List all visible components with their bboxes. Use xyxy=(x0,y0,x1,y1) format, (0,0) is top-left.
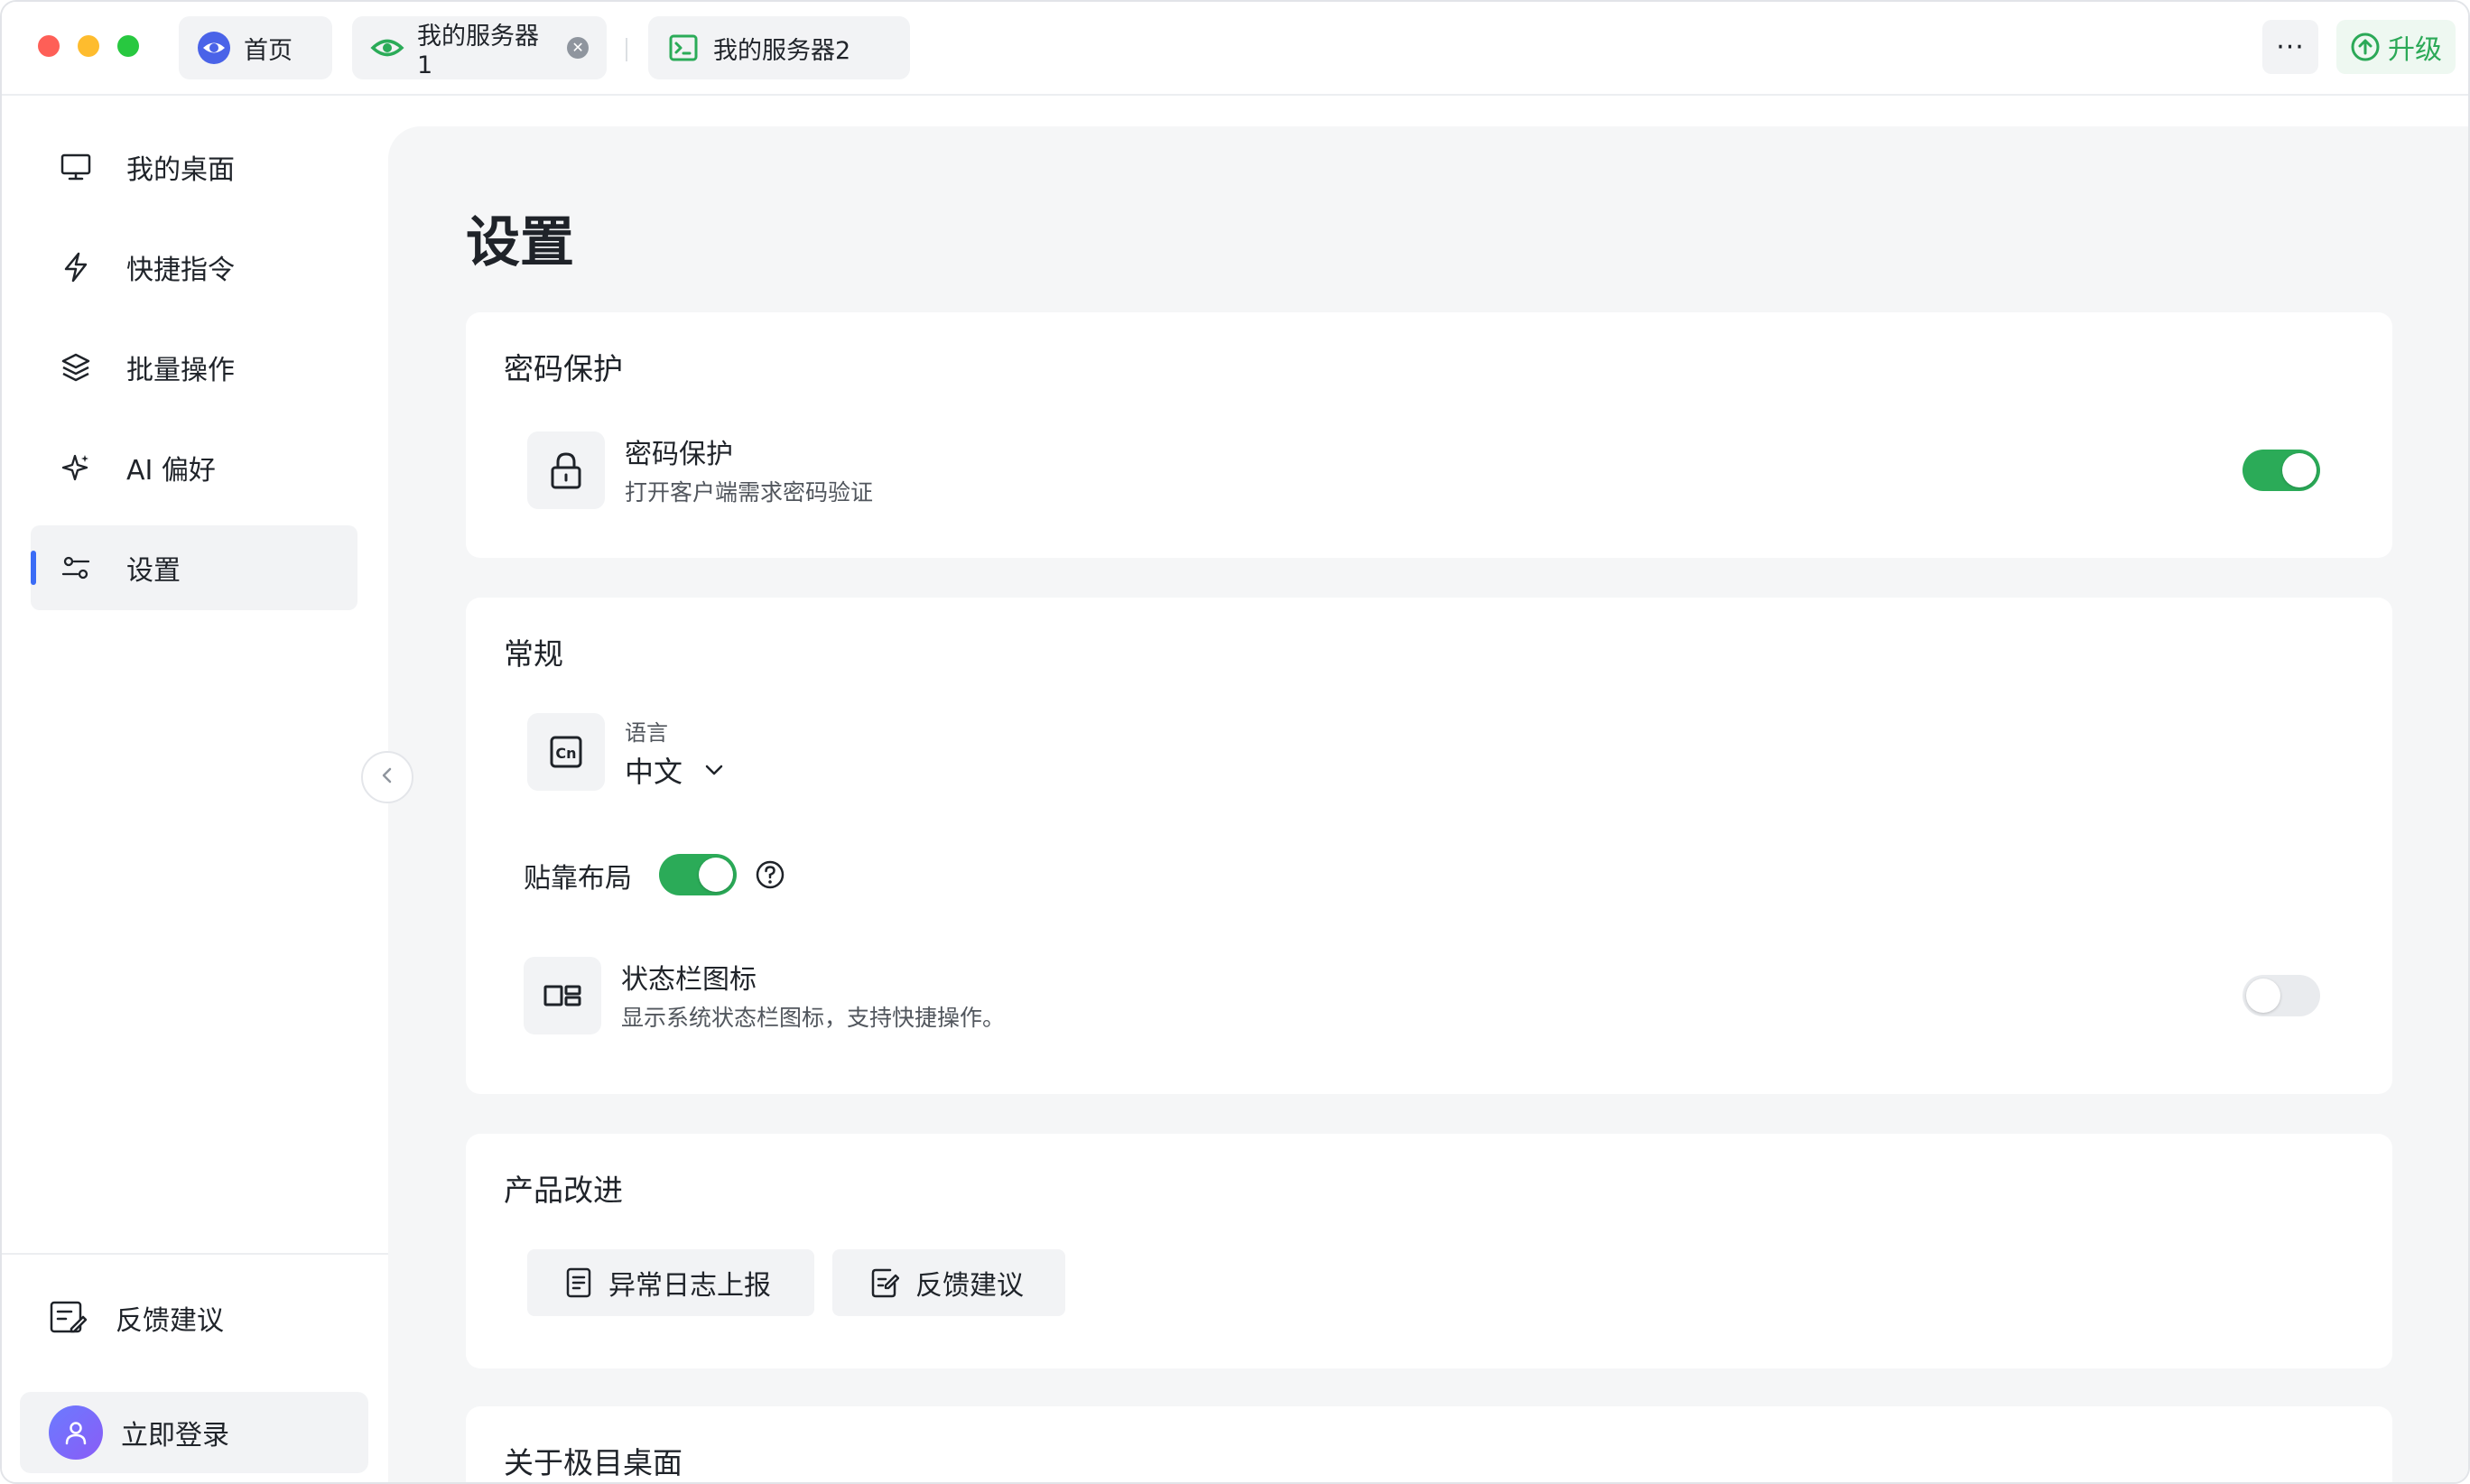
login-label: 立即登录 xyxy=(121,1420,229,1452)
general-section: 常规 Cn 语言 中文 贴靠布局 状态栏图标 显示系统状态栏图标，支持快捷操作。 xyxy=(466,598,2392,1094)
tab-label: 首页 xyxy=(244,36,292,65)
sidebar: 我的桌面 快捷指令 批量操作 AI 偏好 设置 反馈建议 立即登录 xyxy=(2,96,388,1482)
sidebar-item-label: 快捷指令 xyxy=(126,255,235,286)
product-improvement-section: 产品改进 异常日志上报 反馈建议 xyxy=(466,1134,2392,1368)
tab-divider xyxy=(626,38,627,61)
password-protection-toggle[interactable] xyxy=(2242,450,2320,491)
avatar xyxy=(49,1405,103,1460)
tab-server-2[interactable]: 我的服务器2 xyxy=(648,16,910,79)
app-window: 首页 我的服务器1 ✕ 我的服务器2 ··· 升级 我的桌面 快捷指令 批量操作… xyxy=(0,0,2470,1484)
arrow-up-circle-icon xyxy=(2350,32,2381,62)
section-title: 常规 xyxy=(504,636,563,672)
section-title: 密码保护 xyxy=(504,351,623,386)
section-title: 关于极目桌面 xyxy=(504,1445,682,1480)
upgrade-label: 升级 xyxy=(2388,34,2442,66)
statusbar-row-desc: 显示系统状态栏图标，支持快捷操作。 xyxy=(621,1005,1006,1031)
password-section: 密码保护 密码保护 打开客户端需求密码验证 xyxy=(466,312,2392,558)
close-window-button[interactable] xyxy=(38,35,60,57)
feedback-label: 反馈建议 xyxy=(116,1305,224,1337)
toggle-knob xyxy=(2282,453,2317,487)
sidebar-feedback[interactable]: 反馈建议 xyxy=(49,1284,224,1352)
layers-icon xyxy=(60,351,92,384)
help-icon[interactable] xyxy=(755,859,785,894)
statusbar-icon xyxy=(524,957,601,1034)
page-title: 设置 xyxy=(466,211,574,274)
more-dots-icon: ··· xyxy=(2276,31,2305,63)
login-button[interactable]: 立即登录 xyxy=(20,1392,368,1473)
tab-home[interactable]: 首页 xyxy=(179,16,332,79)
minimize-window-button[interactable] xyxy=(78,35,99,57)
upgrade-button[interactable]: 升级 xyxy=(2336,20,2456,74)
document-icon xyxy=(565,1267,592,1298)
collapse-sidebar-button[interactable] xyxy=(361,751,413,803)
section-title: 产品改进 xyxy=(504,1173,623,1208)
password-row-desc: 打开客户端需求密码验证 xyxy=(625,479,874,505)
feedback-icon xyxy=(49,1298,88,1338)
sidebar-divider xyxy=(2,1253,388,1255)
sidebar-item-shortcuts[interactable]: 快捷指令 xyxy=(31,225,358,310)
more-menu-button[interactable]: ··· xyxy=(2262,20,2318,74)
language-label: 语言 xyxy=(625,720,668,746)
window-controls xyxy=(38,35,139,57)
chevron-down-icon xyxy=(704,764,724,776)
edit-document-icon xyxy=(870,1267,899,1298)
toggle-knob xyxy=(2246,979,2280,1013)
close-tab-icon[interactable]: ✕ xyxy=(567,37,589,59)
title-bar: 首页 我的服务器1 ✕ 我的服务器2 ··· 升级 xyxy=(2,2,2468,96)
feedback-button-label: 反馈建议 xyxy=(915,1270,1024,1302)
user-icon xyxy=(65,1422,87,1445)
toggle-knob xyxy=(699,858,733,892)
report-log-button[interactable]: 异常日志上报 xyxy=(527,1249,814,1316)
eye-icon xyxy=(370,31,404,65)
sidebar-item-label: 设置 xyxy=(126,555,181,587)
monitor-icon xyxy=(60,151,92,183)
tab-label: 我的服务器1 xyxy=(417,23,539,79)
tab-label: 我的服务器2 xyxy=(713,36,851,65)
snap-layout-toggle[interactable] xyxy=(659,854,737,895)
maximize-window-button[interactable] xyxy=(117,35,139,57)
sparkle-icon xyxy=(60,451,92,484)
sidebar-item-label: 我的桌面 xyxy=(126,154,235,186)
settings-main: 设置 密码保护 密码保护 打开客户端需求密码验证 常规 Cn 语言 中文 贴靠布… xyxy=(388,126,2468,1482)
language-select[interactable]: 中文 xyxy=(625,749,724,791)
report-log-label: 异常日志上报 xyxy=(608,1270,771,1302)
lock-icon xyxy=(527,431,605,509)
sidebar-item-ai-preference[interactable]: AI 偏好 xyxy=(31,425,358,510)
about-section: 关于极目桌面 xyxy=(466,1406,2392,1482)
tab-server-1[interactable]: 我的服务器1 ✕ xyxy=(352,16,607,79)
svg-text:Cn: Cn xyxy=(555,745,576,762)
eye-logo-icon xyxy=(197,31,231,65)
language-cn-icon: Cn xyxy=(527,713,605,791)
password-row-title: 密码保护 xyxy=(625,439,733,470)
statusbar-row-title: 状态栏图标 xyxy=(621,964,757,996)
sliders-icon xyxy=(60,552,92,584)
sidebar-item-label: 批量操作 xyxy=(126,355,235,386)
terminal-icon xyxy=(666,31,701,65)
lightning-icon xyxy=(60,251,92,283)
sidebar-item-my-desktop[interactable]: 我的桌面 xyxy=(31,125,358,209)
language-value: 中文 xyxy=(625,755,683,789)
sidebar-item-settings[interactable]: 设置 xyxy=(31,525,358,610)
active-indicator xyxy=(31,551,36,585)
sidebar-item-batch[interactable]: 批量操作 xyxy=(31,325,358,410)
sidebar-item-label: AI 偏好 xyxy=(126,455,216,487)
snap-layout-label: 贴靠布局 xyxy=(524,863,632,895)
chevron-left-icon xyxy=(380,765,395,790)
feedback-button[interactable]: 反馈建议 xyxy=(832,1249,1065,1316)
statusbar-icon-toggle[interactable] xyxy=(2242,975,2320,1016)
